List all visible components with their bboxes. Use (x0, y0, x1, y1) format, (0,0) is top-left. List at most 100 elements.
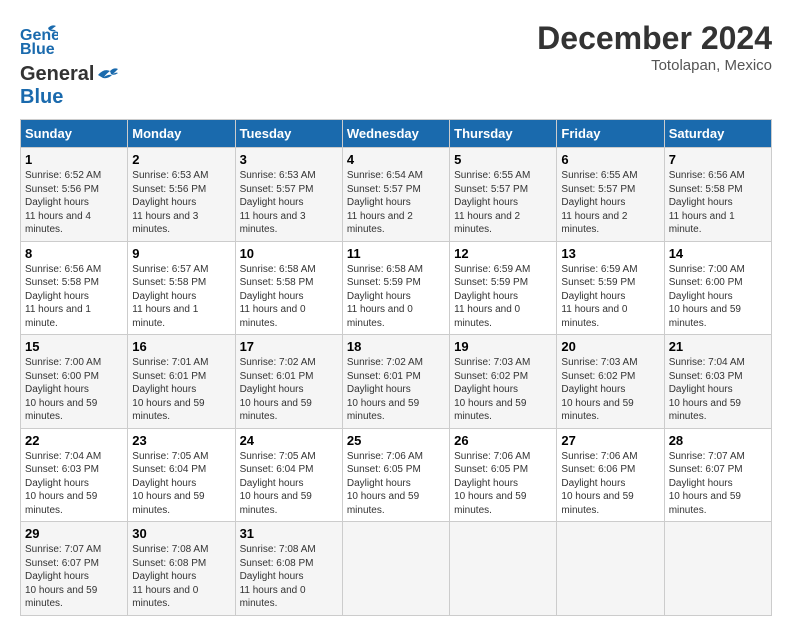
logo-general: General (20, 63, 94, 86)
table-row: 6 Sunrise: 6:55 AM Sunset: 5:57 PM Dayli… (557, 148, 664, 242)
day-number: 11 (347, 246, 445, 261)
table-row: 15 Sunrise: 7:00 AM Sunset: 6:00 PM Dayl… (21, 335, 128, 429)
day-info: Sunrise: 6:55 AM Sunset: 5:57 PM Dayligh… (561, 169, 659, 237)
day-number: 4 (347, 152, 445, 167)
day-number: 5 (454, 152, 552, 167)
table-row: 5 Sunrise: 6:55 AM Sunset: 5:57 PM Dayli… (450, 148, 557, 242)
day-number: 29 (25, 526, 123, 541)
table-row: 27 Sunrise: 7:06 AM Sunset: 6:06 PM Dayl… (557, 428, 664, 522)
table-row: 26 Sunrise: 7:06 AM Sunset: 6:05 PM Dayl… (450, 428, 557, 522)
table-row: 18 Sunrise: 7:02 AM Sunset: 6:01 PM Dayl… (342, 335, 449, 429)
day-number: 24 (240, 433, 338, 448)
header-friday: Friday (557, 120, 664, 148)
day-number: 20 (561, 339, 659, 354)
table-row (664, 522, 771, 616)
table-row: 17 Sunrise: 7:02 AM Sunset: 6:01 PM Dayl… (235, 335, 342, 429)
table-row (342, 522, 449, 616)
table-row: 28 Sunrise: 7:07 AM Sunset: 6:07 PM Dayl… (664, 428, 771, 522)
table-row: 25 Sunrise: 7:06 AM Sunset: 6:05 PM Dayl… (342, 428, 449, 522)
day-number: 3 (240, 152, 338, 167)
logo-blue: Blue (20, 86, 63, 108)
day-info: Sunrise: 7:07 AM Sunset: 6:07 PM Dayligh… (25, 543, 123, 611)
table-row: 3 Sunrise: 6:53 AM Sunset: 5:57 PM Dayli… (235, 148, 342, 242)
day-info: Sunrise: 6:56 AM Sunset: 5:58 PM Dayligh… (669, 169, 767, 237)
day-info: Sunrise: 6:55 AM Sunset: 5:57 PM Dayligh… (454, 169, 552, 237)
day-number: 22 (25, 433, 123, 448)
day-info: Sunrise: 7:04 AM Sunset: 6:03 PM Dayligh… (25, 450, 123, 518)
day-info: Sunrise: 7:04 AM Sunset: 6:03 PM Dayligh… (669, 356, 767, 424)
table-row: 7 Sunrise: 6:56 AM Sunset: 5:58 PM Dayli… (664, 148, 771, 242)
day-info: Sunrise: 6:52 AM Sunset: 5:56 PM Dayligh… (25, 169, 123, 237)
day-number: 12 (454, 246, 552, 261)
day-info: Sunrise: 6:59 AM Sunset: 5:59 PM Dayligh… (454, 263, 552, 331)
calendar-week-row: 15 Sunrise: 7:00 AM Sunset: 6:00 PM Dayl… (21, 335, 772, 429)
day-info: Sunrise: 7:03 AM Sunset: 6:02 PM Dayligh… (561, 356, 659, 424)
day-info: Sunrise: 7:07 AM Sunset: 6:07 PM Dayligh… (669, 450, 767, 518)
day-number: 14 (669, 246, 767, 261)
day-info: Sunrise: 7:00 AM Sunset: 6:00 PM Dayligh… (669, 263, 767, 331)
calendar-header-row: Sunday Monday Tuesday Wednesday Thursday… (21, 120, 772, 148)
header-wednesday: Wednesday (342, 120, 449, 148)
day-number: 23 (132, 433, 230, 448)
day-info: Sunrise: 7:03 AM Sunset: 6:02 PM Dayligh… (454, 356, 552, 424)
day-number: 16 (132, 339, 230, 354)
day-number: 6 (561, 152, 659, 167)
table-row: 10 Sunrise: 6:58 AM Sunset: 5:58 PM Dayl… (235, 241, 342, 335)
day-number: 8 (25, 246, 123, 261)
table-row: 4 Sunrise: 6:54 AM Sunset: 5:57 PM Dayli… (342, 148, 449, 242)
day-info: Sunrise: 7:08 AM Sunset: 6:08 PM Dayligh… (240, 543, 338, 611)
header-saturday: Saturday (664, 120, 771, 148)
day-info: Sunrise: 6:59 AM Sunset: 5:59 PM Dayligh… (561, 263, 659, 331)
day-number: 31 (240, 526, 338, 541)
table-row: 30 Sunrise: 7:08 AM Sunset: 6:08 PM Dayl… (128, 522, 235, 616)
table-row (450, 522, 557, 616)
day-info: Sunrise: 6:57 AM Sunset: 5:58 PM Dayligh… (132, 263, 230, 331)
day-number: 25 (347, 433, 445, 448)
table-row: 19 Sunrise: 7:03 AM Sunset: 6:02 PM Dayl… (450, 335, 557, 429)
header-tuesday: Tuesday (235, 120, 342, 148)
day-number: 19 (454, 339, 552, 354)
day-info: Sunrise: 7:02 AM Sunset: 6:01 PM Dayligh… (347, 356, 445, 424)
title-block: December 2024 Totolapan, Mexico (537, 20, 772, 74)
table-row: 16 Sunrise: 7:01 AM Sunset: 6:01 PM Dayl… (128, 335, 235, 429)
table-row: 8 Sunrise: 6:56 AM Sunset: 5:58 PM Dayli… (21, 241, 128, 335)
day-info: Sunrise: 7:02 AM Sunset: 6:01 PM Dayligh… (240, 356, 338, 424)
calendar-table: Sunday Monday Tuesday Wednesday Thursday… (20, 119, 772, 616)
header-monday: Monday (128, 120, 235, 148)
day-number: 21 (669, 339, 767, 354)
calendar-week-row: 8 Sunrise: 6:56 AM Sunset: 5:58 PM Dayli… (21, 241, 772, 335)
page-header: General Blue General Blue December 2024 … (20, 20, 772, 109)
table-row: 21 Sunrise: 7:04 AM Sunset: 6:03 PM Dayl… (664, 335, 771, 429)
table-row: 1 Sunrise: 6:52 AM Sunset: 5:56 PM Dayli… (21, 148, 128, 242)
table-row (557, 522, 664, 616)
day-number: 7 (669, 152, 767, 167)
day-info: Sunrise: 6:53 AM Sunset: 5:57 PM Dayligh… (240, 169, 338, 237)
day-number: 1 (25, 152, 123, 167)
day-number: 30 (132, 526, 230, 541)
table-row: 29 Sunrise: 7:07 AM Sunset: 6:07 PM Dayl… (21, 522, 128, 616)
calendar-week-row: 22 Sunrise: 7:04 AM Sunset: 6:03 PM Dayl… (21, 428, 772, 522)
logo: General Blue General Blue (20, 20, 120, 109)
day-info: Sunrise: 7:08 AM Sunset: 6:08 PM Dayligh… (132, 543, 230, 611)
day-number: 27 (561, 433, 659, 448)
day-info: Sunrise: 7:06 AM Sunset: 6:06 PM Dayligh… (561, 450, 659, 518)
day-info: Sunrise: 6:56 AM Sunset: 5:58 PM Dayligh… (25, 263, 123, 331)
day-number: 15 (25, 339, 123, 354)
day-info: Sunrise: 6:58 AM Sunset: 5:58 PM Dayligh… (240, 263, 338, 331)
day-number: 13 (561, 246, 659, 261)
day-info: Sunrise: 7:05 AM Sunset: 6:04 PM Dayligh… (240, 450, 338, 518)
logo-icon: General Blue (20, 20, 58, 58)
table-row: 9 Sunrise: 6:57 AM Sunset: 5:58 PM Dayli… (128, 241, 235, 335)
day-info: Sunrise: 6:53 AM Sunset: 5:56 PM Dayligh… (132, 169, 230, 237)
day-info: Sunrise: 7:06 AM Sunset: 6:05 PM Dayligh… (454, 450, 552, 518)
location: Totolapan, Mexico (537, 57, 772, 74)
day-number: 10 (240, 246, 338, 261)
day-info: Sunrise: 6:58 AM Sunset: 5:59 PM Dayligh… (347, 263, 445, 331)
header-thursday: Thursday (450, 120, 557, 148)
table-row: 2 Sunrise: 6:53 AM Sunset: 5:56 PM Dayli… (128, 148, 235, 242)
day-info: Sunrise: 7:05 AM Sunset: 6:04 PM Dayligh… (132, 450, 230, 518)
day-number: 9 (132, 246, 230, 261)
table-row: 20 Sunrise: 7:03 AM Sunset: 6:02 PM Dayl… (557, 335, 664, 429)
table-row: 22 Sunrise: 7:04 AM Sunset: 6:03 PM Dayl… (21, 428, 128, 522)
table-row: 14 Sunrise: 7:00 AM Sunset: 6:00 PM Dayl… (664, 241, 771, 335)
